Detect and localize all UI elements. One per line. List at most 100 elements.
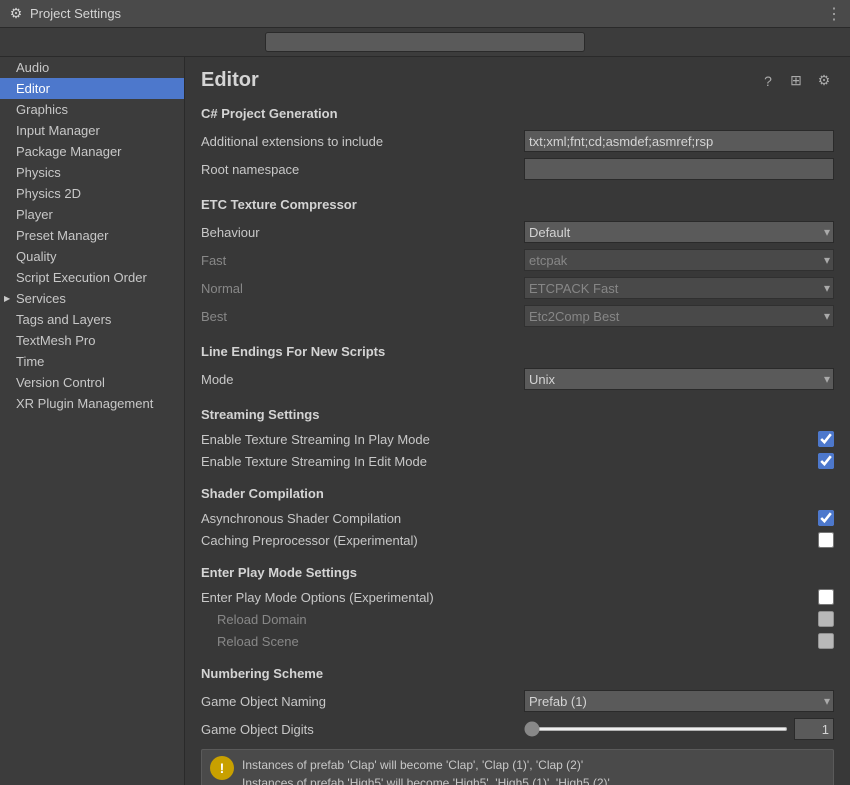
- additional-extensions-row: Additional extensions to include: [201, 127, 834, 155]
- gear-icon[interactable]: ⚙: [814, 71, 834, 91]
- game-object-naming-select[interactable]: Prefab (1): [524, 690, 834, 712]
- section-shader: Shader Compilation: [201, 486, 834, 501]
- behaviour-select[interactable]: Default: [524, 221, 834, 243]
- async-row: Asynchronous Shader Compilation: [201, 507, 834, 529]
- root-namespace-input[interactable]: [524, 158, 834, 180]
- search-bar: [0, 28, 850, 57]
- sidebar-item-player[interactable]: Player: [0, 204, 184, 225]
- page-title: Editor: [201, 69, 758, 92]
- window-title: Project Settings: [30, 6, 121, 21]
- game-object-naming-label: Game Object Naming: [201, 694, 524, 709]
- sidebar-item-version-control[interactable]: Version Control: [0, 372, 184, 393]
- edit-mode-label: Enable Texture Streaming In Edit Mode: [201, 454, 818, 469]
- warning-icon: !: [210, 756, 234, 780]
- sidebar-item-editor[interactable]: Editor: [0, 78, 184, 99]
- best-select[interactable]: Etc2Comp Best: [524, 305, 834, 327]
- normal-label: Normal: [201, 281, 524, 296]
- reload-domain-checkbox[interactable]: [818, 611, 834, 627]
- sidebar-item-services[interactable]: Services: [0, 288, 184, 309]
- async-checkbox[interactable]: [818, 510, 834, 526]
- digits-slider-row: [524, 718, 834, 740]
- mode-label: Mode: [201, 372, 524, 387]
- info-box: ! Instances of prefab 'Clap' will become…: [201, 749, 834, 785]
- section-streaming: Streaming Settings: [201, 407, 834, 422]
- play-mode-row: Enable Texture Streaming In Play Mode: [201, 428, 834, 450]
- normal-row: Normal ETCPACK Fast: [201, 274, 834, 302]
- sidebar-item-graphics[interactable]: Graphics: [0, 99, 184, 120]
- fast-label: Fast: [201, 253, 524, 268]
- sidebar-item-quality[interactable]: Quality: [0, 246, 184, 267]
- reload-domain-row: Reload Domain: [201, 608, 834, 630]
- main-layout: AudioEditorGraphicsInput ManagerPackage …: [0, 57, 850, 785]
- sidebar: AudioEditorGraphicsInput ManagerPackage …: [0, 57, 185, 785]
- game-object-digits-row: Game Object Digits: [201, 715, 834, 743]
- play-mode-options-label: Enter Play Mode Options (Experimental): [201, 590, 818, 605]
- sidebar-item-package-manager[interactable]: Package Manager: [0, 141, 184, 162]
- mode-select-wrapper: Unix: [524, 368, 834, 390]
- behaviour-row: Behaviour Default: [201, 218, 834, 246]
- play-mode-checkbox[interactable]: [818, 431, 834, 447]
- sidebar-item-audio[interactable]: Audio: [0, 57, 184, 78]
- section-numbering: Numbering Scheme: [201, 666, 834, 681]
- search-input[interactable]: [265, 32, 585, 52]
- info-text: Instances of prefab 'Clap' will become '…: [242, 756, 610, 785]
- normal-select-wrapper: ETCPACK Fast: [524, 277, 834, 299]
- fast-select-wrapper: etcpak: [524, 249, 834, 271]
- help-icon[interactable]: ?: [758, 71, 778, 91]
- section-csharp: C# Project Generation: [201, 106, 834, 121]
- best-label: Best: [201, 309, 524, 324]
- root-namespace-label: Root namespace: [201, 162, 524, 177]
- game-object-naming-wrapper: Prefab (1): [524, 690, 834, 712]
- play-mode-label: Enable Texture Streaming In Play Mode: [201, 432, 818, 447]
- game-object-naming-row: Game Object Naming Prefab (1): [201, 687, 834, 715]
- additional-extensions-value: [524, 130, 834, 152]
- root-namespace-value: [524, 158, 834, 180]
- digits-value-input[interactable]: [794, 718, 834, 740]
- sidebar-item-xr-plugin-management[interactable]: XR Plugin Management: [0, 393, 184, 414]
- fast-row: Fast etcpak: [201, 246, 834, 274]
- play-mode-options-row: Enter Play Mode Options (Experimental): [201, 586, 834, 608]
- normal-select[interactable]: ETCPACK Fast: [524, 277, 834, 299]
- section-line-endings: Line Endings For New Scripts: [201, 344, 834, 359]
- reload-scene-row: Reload Scene: [201, 630, 834, 652]
- caching-row: Caching Preprocessor (Experimental): [201, 529, 834, 551]
- edit-mode-row: Enable Texture Streaming In Edit Mode: [201, 450, 834, 472]
- digits-slider[interactable]: [524, 727, 788, 731]
- additional-extensions-input[interactable]: [524, 130, 834, 152]
- additional-extensions-label: Additional extensions to include: [201, 134, 524, 149]
- behaviour-select-wrapper: Default: [524, 221, 834, 243]
- info-line1: Instances of prefab 'Clap' will become '…: [242, 758, 583, 772]
- title-bar: ⚙ Project Settings ⋮: [0, 0, 850, 28]
- edit-mode-checkbox[interactable]: [818, 453, 834, 469]
- game-object-digits-value: [524, 718, 834, 740]
- caching-checkbox[interactable]: [818, 532, 834, 548]
- reload-scene-label: Reload Scene: [201, 634, 818, 649]
- fast-select[interactable]: etcpak: [524, 249, 834, 271]
- mode-select[interactable]: Unix: [524, 368, 834, 390]
- header-icons: ? ⊞ ⚙: [758, 71, 834, 91]
- caching-label: Caching Preprocessor (Experimental): [201, 533, 818, 548]
- sidebar-item-textmesh-pro[interactable]: TextMesh Pro: [0, 330, 184, 351]
- reload-scene-checkbox[interactable]: [818, 633, 834, 649]
- section-etc: ETC Texture Compressor: [201, 197, 834, 212]
- sidebar-item-tags-and-layers[interactable]: Tags and Layers: [0, 309, 184, 330]
- sidebar-item-preset-manager[interactable]: Preset Manager: [0, 225, 184, 246]
- reload-domain-label: Reload Domain: [201, 612, 818, 627]
- async-label: Asynchronous Shader Compilation: [201, 511, 818, 526]
- sidebar-item-physics-2d[interactable]: Physics 2D: [0, 183, 184, 204]
- section-play-mode: Enter Play Mode Settings: [201, 565, 834, 580]
- layout-icon[interactable]: ⊞: [786, 71, 806, 91]
- root-namespace-row: Root namespace: [201, 155, 834, 183]
- sidebar-item-script-execution-order[interactable]: Script Execution Order: [0, 267, 184, 288]
- behaviour-label: Behaviour: [201, 225, 524, 240]
- content-panel: Editor ? ⊞ ⚙ C# Project Generation Addit…: [185, 57, 850, 785]
- play-mode-options-checkbox[interactable]: [818, 589, 834, 605]
- sidebar-item-time[interactable]: Time: [0, 351, 184, 372]
- sidebar-item-physics[interactable]: Physics: [0, 162, 184, 183]
- sidebar-item-input-manager[interactable]: Input Manager: [0, 120, 184, 141]
- mode-row: Mode Unix: [201, 365, 834, 393]
- best-select-wrapper: Etc2Comp Best: [524, 305, 834, 327]
- window-menu-button[interactable]: ⋮: [826, 4, 842, 24]
- game-object-digits-label: Game Object Digits: [201, 722, 524, 737]
- content-header: Editor ? ⊞ ⚙: [201, 69, 834, 92]
